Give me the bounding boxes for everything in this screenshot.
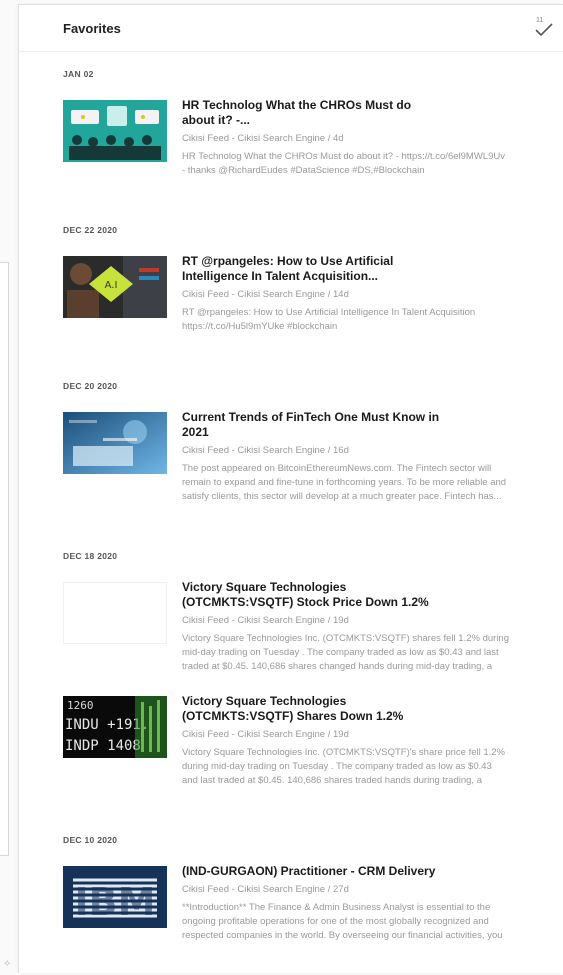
list-item[interactable]: Victory Square Technologies (OTCMKTS:VSQ… (63, 580, 540, 674)
summary-line: and last traded at $0.45. 140,686 shares… (182, 775, 482, 786)
entry-title[interactable]: Victory Square Technologies (OTCMKTS:VSQ… (182, 580, 540, 610)
entry-title-line: (OTCMKTS:VSQTF) Shares Down 1.2% (182, 709, 404, 723)
list-item[interactable]: 1260 INDU +191. INDP 1408 Victory Square… (63, 694, 540, 788)
entry-title[interactable]: Current Trends of FinTech One Must Know … (182, 410, 540, 440)
entry-title[interactable]: RT @rpangeles: How to Use Artificial Int… (182, 254, 540, 284)
summary-line: **Introduction** The Finance & Admin Bus… (182, 902, 491, 913)
mark-all-read-button[interactable]: 11 (532, 17, 558, 43)
entry-title-line: (OTCMKTS:VSQTF) Stock Price Down 1.2% (182, 595, 429, 609)
ticker-row: 1260 (67, 699, 94, 712)
entry-thumbnail-empty (63, 582, 167, 644)
date-header: DEC 22 2020 (63, 225, 118, 235)
entry-title[interactable]: Victory Square Technologies (OTCMKTS:VSQ… (182, 694, 540, 724)
date-header: DEC 18 2020 (63, 551, 118, 561)
ibm-logo-text: IBM (75, 880, 156, 924)
entry-summary: **Introduction** The Finance & Admin Bus… (182, 901, 540, 943)
date-header: JAN 02 (63, 69, 94, 79)
entry-source: Cikisi Feed - Cikisi Search Engine / 19d (182, 615, 349, 626)
summary-line: The post appeared on BitcoinEthereumNews… (182, 463, 492, 474)
entry-list: JAN 02 HR Technolog What the CHROs Must … (19, 69, 563, 943)
checkmark-icon (535, 23, 553, 37)
summary-line: remain to expand and fine-tune in forthc… (182, 477, 507, 488)
summary-line: https://t.co/Hu5l9mYUke #blockchain (182, 321, 338, 332)
entry-source: Cikisi Feed - Cikisi Search Engine / 4d (182, 133, 344, 144)
summary-line: - thanks @RichardEudes #DataScience #DS,… (182, 165, 425, 176)
entry-title-line: (IND-GURGAON) Practitioner - CRM Deliver… (182, 864, 436, 878)
date-header: DEC 10 2020 (63, 835, 118, 845)
entry-title-line: HR Technolog What the CHROs Must do (182, 98, 412, 112)
entry-source: Cikisi Feed - Cikisi Search Engine / 14d (182, 289, 349, 300)
entry-title-line: RT @rpangeles: How to Use Artificial (182, 254, 394, 268)
summary-line: Victory Square Technologies Inc. (OTCMKT… (182, 633, 510, 644)
date-header: DEC 20 2020 (63, 381, 118, 391)
entry-title-line: Victory Square Technologies (182, 694, 347, 708)
list-item[interactable]: IBM (IND-GURGAON) Practitioner - CRM Del… (63, 864, 540, 943)
entry-thumbnail (63, 100, 167, 162)
entry-summary: HR Technolog What the CHROs Must do abou… (182, 150, 540, 178)
entry-title[interactable]: (IND-GURGAON) Practitioner - CRM Deliver… (182, 864, 540, 879)
list-item[interactable]: Current Trends of FinTech One Must Know … (63, 410, 540, 504)
summary-line: satisfy clients, this sector will develo… (182, 491, 502, 502)
summary-line: mid-day trading on Tuesday . The company… (182, 647, 499, 658)
entry-thumbnail: IBM (63, 866, 167, 928)
favorites-panel: Favorites 11 JAN 02 HR Technolog What th… (18, 4, 563, 973)
entry-source: Cikisi Feed - Cikisi Search Engine / 27d (182, 884, 349, 895)
entry-source: Cikisi Feed - Cikisi Search Engine / 16d (182, 445, 349, 456)
entry-title-line: about it? -... (182, 113, 250, 127)
panel-header: Favorites 11 (19, 5, 563, 52)
list-item[interactable]: HR Technolog What the CHROs Must do abou… (63, 98, 540, 178)
entry-thumbnail: 1260 INDU +191. INDP 1408 (63, 696, 167, 758)
page-title: Favorites (63, 21, 121, 36)
entry-source: Cikisi Feed - Cikisi Search Engine / 19d (182, 729, 349, 740)
pin-icon[interactable]: ⟡ (4, 958, 11, 969)
summary-line: traded at $0.45. 140,686 shares changed … (182, 661, 493, 672)
entry-title[interactable]: HR Technolog What the CHROs Must do abou… (182, 98, 540, 128)
summary-line: ongoing profitable operations for one of… (182, 916, 489, 927)
summary-line: HR Technolog What the CHROs Must do abou… (182, 151, 505, 162)
thumbnail-sign-text: A.I (105, 280, 118, 291)
entry-title-line: Intelligence In Talent Acquisition... (182, 269, 379, 283)
summary-line: Victory Square Technologies Inc. (OTCMKT… (182, 747, 505, 758)
ticker-row: INDP 1408 (65, 738, 141, 754)
entry-title-line: 2021 (182, 425, 209, 439)
summary-line: during mid-day trading on Tuesday . The … (182, 761, 492, 772)
entry-title-line: Current Trends of FinTech One Must Know … (182, 410, 440, 424)
list-item[interactable]: A.I RT @rpangeles: How to Use Artificial… (63, 254, 540, 334)
summary-line: respected companies in the world. By ove… (182, 930, 503, 941)
entry-title-line: Victory Square Technologies (182, 580, 347, 594)
entry-summary: The post appeared on BitcoinEthereumNews… (182, 462, 540, 504)
left-sidebar-edge (0, 262, 9, 856)
entry-thumbnail (63, 412, 167, 474)
entry-thumbnail: A.I (63, 256, 167, 318)
entry-summary: Victory Square Technologies Inc. (OTCMKT… (182, 746, 540, 788)
summary-line: RT @rpangeles: How to Use Artificial Int… (182, 307, 476, 318)
entry-summary: RT @rpangeles: How to Use Artificial Int… (182, 306, 540, 334)
entry-summary: Victory Square Technologies Inc. (OTCMKT… (182, 632, 540, 674)
